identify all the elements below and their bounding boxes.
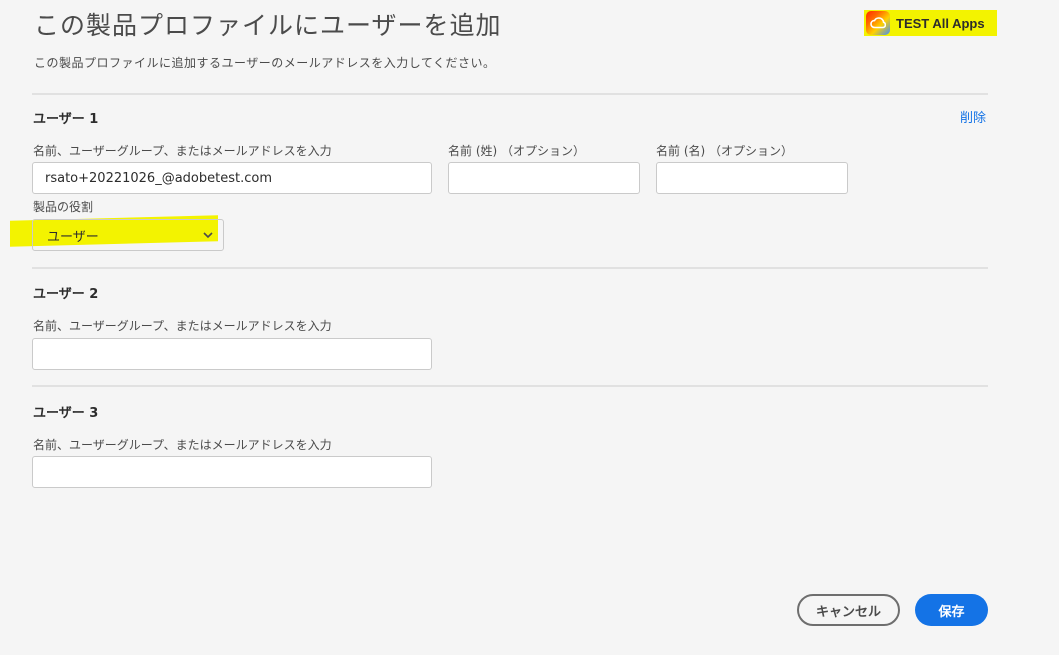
remove-user-1-link[interactable]: 削除: [960, 107, 986, 126]
save-button[interactable]: 保存: [915, 594, 988, 626]
user-1-first-name-input[interactable]: [656, 162, 848, 194]
user-1-role-value: ユーザー: [47, 229, 99, 245]
dialog-subtitle: この製品プロファイルに追加するユーザーのメールアドレスを入力してください。: [34, 56, 496, 70]
divider: [32, 93, 988, 95]
user-1-heading: ユーザー 1: [33, 112, 99, 127]
dialog-title: この製品プロファイルにユーザーを追加: [34, 11, 502, 40]
user-2-heading: ユーザー 2: [33, 287, 99, 302]
creative-cloud-icon: [866, 11, 890, 35]
user-1-first-name-label: 名前 (名) （オプション）: [656, 144, 793, 158]
chevron-down-icon: [203, 228, 213, 243]
user-1-last-name-label: 名前 (姓) （オプション）: [448, 144, 585, 158]
cancel-button[interactable]: キャンセル: [797, 594, 900, 626]
user-1-email-input[interactable]: rsato+20221026_@adobetest.com: [32, 162, 432, 194]
product-badge: TEST All Apps: [864, 10, 997, 36]
user-1-role-select[interactable]: ユーザー: [32, 219, 224, 251]
user-2-email-label: 名前、ユーザーグループ、またはメールアドレスを入力: [33, 319, 332, 333]
user-3-email-label: 名前、ユーザーグループ、またはメールアドレスを入力: [33, 438, 332, 452]
user-1-last-name-input[interactable]: [448, 162, 640, 194]
divider: [32, 385, 988, 387]
user-2-email-input[interactable]: [32, 338, 432, 370]
product-name: TEST All Apps: [896, 15, 985, 31]
divider: [32, 267, 988, 269]
user-3-heading: ユーザー 3: [33, 406, 99, 421]
user-3-email-input[interactable]: [32, 456, 432, 488]
user-1-role-label: 製品の役割: [33, 200, 94, 214]
user-1-email-label: 名前、ユーザーグループ、またはメールアドレスを入力: [33, 144, 332, 158]
